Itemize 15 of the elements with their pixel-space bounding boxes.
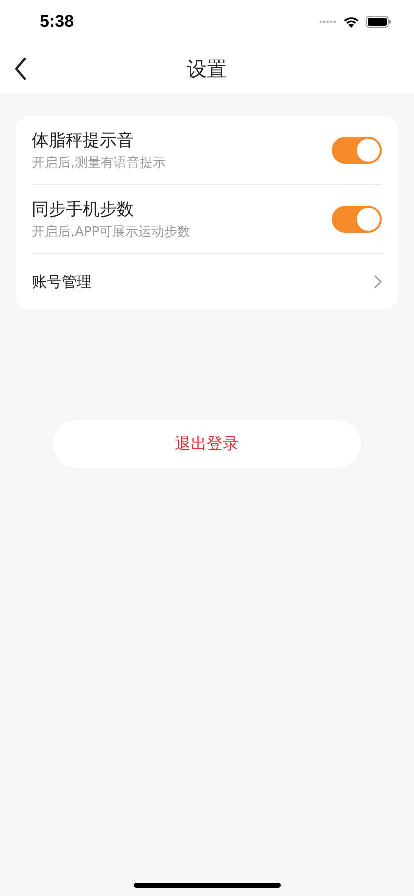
back-icon[interactable] [15,58,27,80]
setting-description: 开启后,测量有语音提示 [32,154,166,172]
wifi-icon [343,16,360,28]
page-title: 设置 [187,56,227,82]
setting-description: 开启后,APP可展示运动步数 [32,224,191,240]
battery-icon [366,16,392,28]
setting-title: 体脂秤提示音 [32,130,135,152]
signal-icon [319,20,337,24]
toggle-switch[interactable] [332,136,382,164]
status-time: 5:38 [40,12,74,32]
toggle-switch[interactable] [332,206,382,232]
setting-link[interactable]: 账号管理 [32,272,92,292]
chevron-right-icon [374,275,382,289]
logout-button[interactable]: 退出登录 [53,420,361,468]
setting-title: 同步手机步数 [32,198,135,220]
